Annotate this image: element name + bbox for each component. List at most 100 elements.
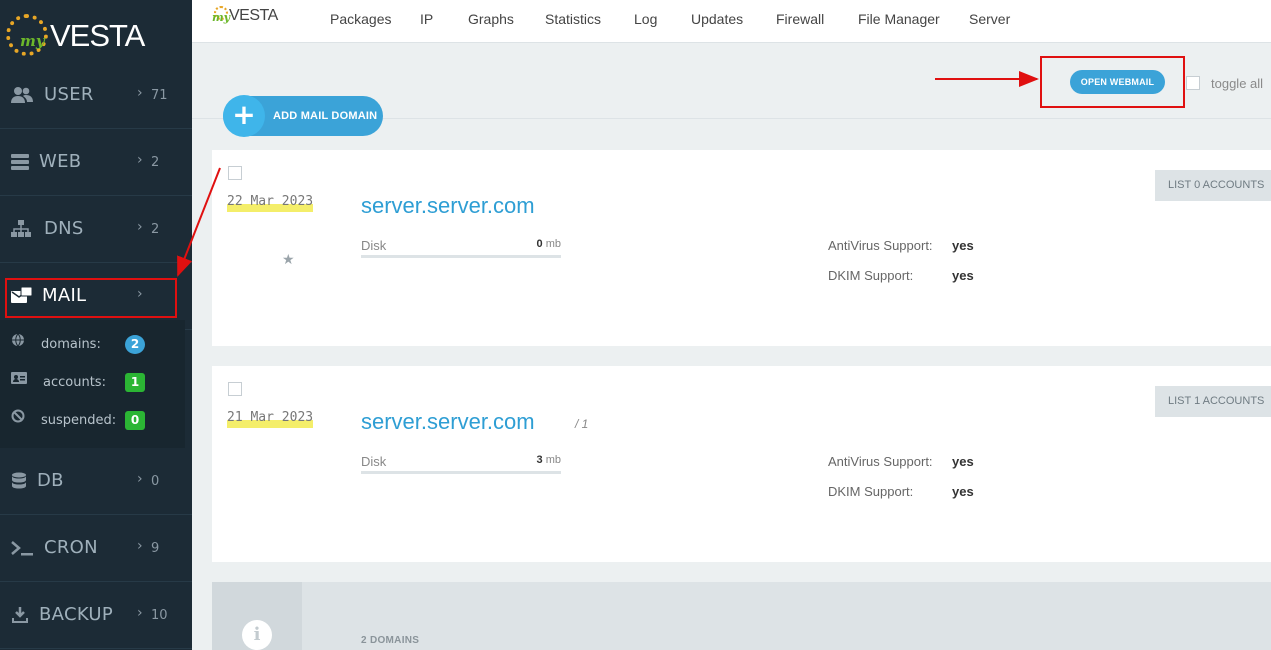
suspended-count-badge: 0	[125, 411, 145, 430]
dkim-value: yes	[952, 268, 974, 283]
download-icon	[11, 606, 33, 626]
sidebar-item-label: USER	[44, 84, 94, 105]
menu-server[interactable]: Server	[969, 11, 1010, 27]
sidebar-item-label: DNS	[44, 218, 84, 239]
dkim-label: DKIM Support:	[828, 484, 914, 499]
disk-label: Disk	[361, 454, 387, 469]
sidebar-item-label: BACKUP	[39, 604, 114, 625]
mail-submenu: domains: 2 accounts: 1 suspended: 0	[0, 320, 185, 448]
menu-statistics[interactable]: Statistics	[545, 11, 601, 27]
sidebar-item-label: DB	[37, 470, 64, 491]
info-icon: i	[242, 620, 272, 650]
sidebar-item-count: 9	[151, 541, 160, 556]
sidebar-item-count: 0	[151, 474, 160, 489]
chevron-right-icon: ›	[137, 85, 143, 101]
chevron-right-icon: ›	[137, 219, 143, 235]
summary-side: i	[212, 582, 302, 650]
users-icon	[11, 86, 33, 106]
sidebar-item-backup[interactable]: BACKUP › 10	[0, 582, 192, 649]
sidebar-item-count: 2	[151, 155, 160, 170]
sidebar-item-web[interactable]: WEB › 2	[0, 129, 192, 196]
sidebar-item-label: WEB	[39, 151, 82, 172]
summary-panel: i 2 DOMAINS	[212, 582, 1271, 650]
disk-unit: mb	[545, 454, 561, 466]
disk-amount: 3	[536, 454, 543, 466]
menu-updates[interactable]: Updates	[691, 11, 743, 27]
summary-count: 2 DOMAINS	[361, 635, 420, 646]
list-accounts-button[interactable]: LIST 1 ACCOUNTS	[1155, 386, 1271, 417]
disk-value: 3 mb	[512, 454, 561, 466]
sitemap-icon	[11, 220, 33, 240]
submenu-label: accounts:	[43, 375, 106, 390]
disk-value: 0 mb	[512, 238, 561, 250]
domain-name[interactable]: server.server.com	[361, 193, 535, 219]
webmail-highlight-box	[1040, 56, 1185, 108]
dkim-value: yes	[952, 484, 974, 499]
row-checkbox[interactable]	[228, 166, 242, 180]
mail-highlight-box	[5, 278, 177, 318]
chevron-right-icon: ›	[137, 605, 143, 621]
menu-firewall[interactable]: Firewall	[776, 11, 824, 27]
logo-brand-text: VESTA	[50, 18, 145, 53]
logo-brand-text: VESTA	[229, 7, 278, 24]
row-date: 21 Mar 2023	[227, 410, 314, 425]
sidebar-item-label: CRON	[44, 537, 98, 558]
antivirus-label: AntiVirus Support:	[828, 454, 933, 469]
menu-graphs[interactable]: Graphs	[468, 11, 514, 27]
chevron-right-icon: ›	[137, 471, 143, 487]
vesta-logo[interactable]: my VESTA	[6, 12, 145, 56]
domain-row: 21 Mar 2023 server.server.com / 1 Disk 3…	[212, 366, 1271, 562]
id-card-icon	[11, 371, 27, 387]
domain-suffix: / 1	[575, 417, 589, 431]
menu-log[interactable]: Log	[634, 11, 657, 27]
top-navigation-bar: my VESTA Packages IP Graphs Statistics L…	[192, 0, 1271, 43]
sidebar-item-db[interactable]: DB › 0	[0, 448, 192, 515]
antivirus-value: yes	[952, 238, 974, 253]
logo-my-text: my	[20, 32, 45, 50]
top-logo[interactable]: my VESTA	[212, 6, 278, 30]
disk-label: Disk	[361, 238, 387, 253]
domains-count-badge: 2	[125, 335, 145, 354]
menu-packages[interactable]: Packages	[330, 11, 391, 27]
submenu-item-suspended[interactable]: suspended: 0	[0, 399, 185, 437]
chevron-right-icon: ›	[137, 152, 143, 168]
logo-my-text: my	[212, 11, 231, 24]
sidebar: my VESTA USER › 71 WEB › 2 DNS › 2 MAIL …	[0, 0, 192, 650]
toggle-all-label[interactable]: toggle all	[1211, 76, 1263, 91]
domain-row: 22 Mar 2023 ★ server.server.com Disk 0 m…	[212, 150, 1271, 346]
server-icon	[11, 153, 33, 173]
chevron-right-icon: ›	[137, 538, 143, 554]
plus-icon: +	[223, 95, 265, 137]
sidebar-item-cron[interactable]: CRON › 9	[0, 515, 192, 582]
disk-amount: 0	[536, 238, 543, 250]
submenu-label: domains:	[41, 337, 101, 352]
disk-unit: mb	[545, 238, 561, 250]
menu-file-manager[interactable]: File Manager	[858, 11, 940, 27]
toggle-all-checkbox[interactable]	[1186, 76, 1200, 90]
antivirus-value: yes	[952, 454, 974, 469]
sidebar-item-count: 71	[151, 88, 168, 103]
add-mail-domain-button[interactable]: + ADD MAIL DOMAIN	[223, 95, 383, 137]
sidebar-item-user[interactable]: USER › 71	[0, 62, 192, 129]
row-date: 22 Mar 2023	[227, 194, 314, 209]
sidebar-item-dns[interactable]: DNS › 2	[0, 196, 192, 263]
sidebar-item-count: 10	[151, 608, 168, 623]
submenu-label: suspended:	[41, 413, 117, 428]
terminal-icon	[11, 539, 33, 559]
submenu-item-accounts[interactable]: accounts: 1	[0, 361, 185, 399]
sidebar-item-count: 2	[151, 222, 160, 237]
ban-icon	[11, 409, 27, 425]
row-checkbox[interactable]	[228, 382, 242, 396]
add-mail-domain-label: ADD MAIL DOMAIN	[273, 110, 378, 122]
submenu-item-domains[interactable]: domains: 2	[0, 323, 185, 361]
database-icon	[11, 472, 33, 492]
dkim-label: DKIM Support:	[828, 268, 914, 283]
antivirus-label: AntiVirus Support:	[828, 238, 933, 253]
disk-usage-bar	[361, 255, 561, 258]
star-icon[interactable]: ★	[282, 252, 295, 268]
globe-icon	[11, 333, 27, 349]
domain-name[interactable]: server.server.com	[361, 409, 535, 435]
list-accounts-button[interactable]: LIST 0 ACCOUNTS	[1155, 170, 1271, 201]
menu-ip[interactable]: IP	[420, 11, 433, 27]
disk-usage-bar	[361, 471, 561, 474]
